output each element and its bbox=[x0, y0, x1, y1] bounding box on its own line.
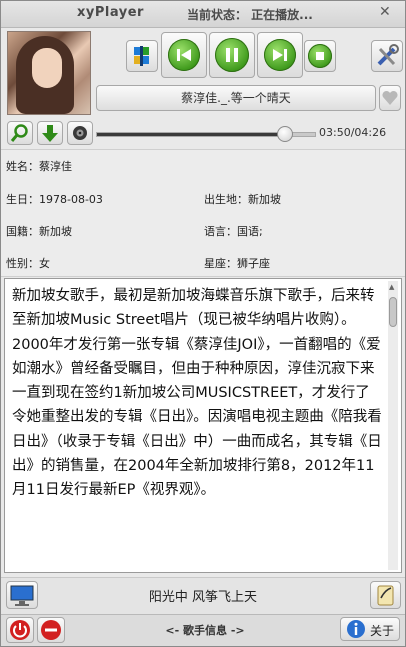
song-title-bar[interactable]: 蔡淳佳._.等一个晴天 bbox=[96, 85, 376, 111]
artist-nationality: 国籍：新加坡 bbox=[6, 225, 72, 238]
info-icon bbox=[347, 620, 365, 638]
song-title: 蔡淳佳._.等一个晴天 bbox=[181, 91, 291, 105]
time-duration: 04:26 bbox=[354, 126, 387, 139]
heart-icon bbox=[382, 90, 398, 105]
desktop-lyric-button[interactable] bbox=[6, 581, 38, 609]
artist-info-pager[interactable]: <- 歌手信息 -> bbox=[141, 622, 269, 638]
artist-constellation: 星座：狮子座 bbox=[204, 257, 270, 270]
scroll-up-arrow[interactable]: ▲ bbox=[389, 283, 394, 291]
minimize-button[interactable] bbox=[37, 617, 65, 643]
bio-text-area[interactable]: 新加坡女歌手，最初是新加坡海蝶音乐旗下歌手，后来转至新加坡Music Stree… bbox=[4, 278, 402, 573]
stop-button[interactable] bbox=[304, 40, 336, 72]
artist-name: 姓名：蔡淳佳 bbox=[6, 160, 72, 173]
progress-handle[interactable] bbox=[277, 126, 293, 142]
power-icon bbox=[10, 620, 30, 640]
note-icon bbox=[377, 585, 394, 606]
windows-grid-icon bbox=[134, 46, 149, 66]
monitor-icon bbox=[10, 585, 34, 606]
previous-button[interactable] bbox=[161, 32, 207, 78]
download-icon bbox=[42, 125, 58, 142]
minimize-icon bbox=[41, 620, 61, 640]
bio-scrollbar[interactable]: ▲ bbox=[388, 281, 398, 570]
next-icon bbox=[264, 39, 296, 71]
album-cover bbox=[7, 31, 91, 115]
progress-fill bbox=[97, 133, 285, 136]
search-icon bbox=[10, 124, 28, 142]
scroll-thumb[interactable] bbox=[389, 297, 397, 327]
lyric-line: 阳光中 风筝飞上天 bbox=[148, 590, 258, 605]
time-position: 03:50 bbox=[319, 126, 351, 139]
bio-text: 新加坡女歌手，最初是新加坡海蝶音乐旗下歌手，后来转至新加坡Music Stree… bbox=[12, 288, 382, 499]
status-text: 当前状态： 正在播放... bbox=[187, 8, 313, 22]
close-button[interactable]: ✕ bbox=[379, 4, 391, 20]
download-button[interactable] bbox=[37, 121, 63, 145]
title-bar[interactable]: xyPlayer 当前状态： 正在播放... ✕ bbox=[1, 1, 405, 28]
favorite-button[interactable] bbox=[379, 85, 401, 111]
about-label: 关于 bbox=[370, 624, 395, 638]
speaker-icon bbox=[73, 126, 87, 140]
power-button[interactable] bbox=[6, 617, 34, 643]
artist-language: 语言：国语; bbox=[204, 225, 263, 238]
pause-button[interactable] bbox=[209, 32, 255, 78]
mini-mode-button[interactable] bbox=[126, 40, 158, 72]
about-button[interactable]: 关于 bbox=[340, 617, 400, 641]
cover-face bbox=[32, 48, 62, 88]
notes-button[interactable] bbox=[370, 581, 401, 609]
settings-button[interactable] bbox=[371, 40, 403, 72]
artist-info-panel: 姓名：蔡淳佳 生日：1978-08-03 出生地：新加坡 国籍：新加坡 语言：国… bbox=[1, 149, 405, 277]
next-button[interactable] bbox=[257, 32, 303, 78]
tools-icon bbox=[377, 44, 399, 66]
stop-icon bbox=[308, 44, 332, 68]
pause-icon bbox=[215, 38, 249, 72]
artist-gender: 性别：女 bbox=[6, 257, 50, 270]
artist-birthplace: 出生地：新加坡 bbox=[204, 193, 281, 206]
artist-birthday: 生日：1978-08-03 bbox=[6, 193, 103, 206]
player-window: xyPlayer 当前状态： 正在播放... ✕ 蔡淳佳._.等一个晴天 03:… bbox=[0, 0, 406, 647]
app-title: xyPlayer bbox=[77, 5, 144, 20]
volume-button[interactable] bbox=[67, 121, 93, 145]
search-button[interactable] bbox=[7, 121, 33, 145]
time-readout: 03:50/04:26 bbox=[319, 126, 387, 139]
previous-icon bbox=[168, 39, 200, 71]
